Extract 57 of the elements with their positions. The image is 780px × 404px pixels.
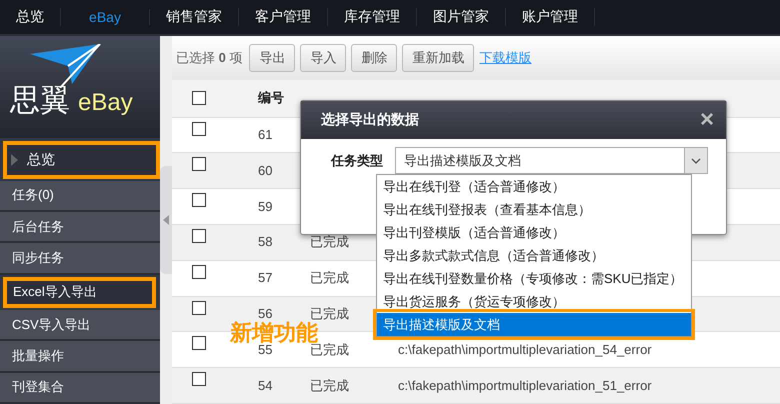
table-cell: 57 (258, 271, 272, 286)
row-checkbox[interactable] (192, 300, 206, 315)
nav-tab[interactable]: 账户管理 (506, 8, 595, 26)
sidebar-item[interactable]: Excel导入导出 (3, 276, 156, 308)
logo-brand: 思翼 (10, 86, 70, 116)
sidebar-item[interactable]: CSV导入导出 (0, 310, 160, 342)
row-checkbox[interactable] (192, 193, 206, 208)
table-cell: 55 (258, 342, 272, 357)
nav-tab[interactable]: 库存管理 (328, 8, 417, 26)
table-cell: 56 (258, 307, 272, 322)
toolbar-button[interactable]: 导出 (249, 44, 296, 72)
table-cell: 已完成 (310, 342, 349, 357)
collapse-handle[interactable] (160, 166, 172, 274)
select-all-checkbox[interactable] (192, 91, 206, 106)
table-cell: 59 (258, 200, 272, 214)
row-checkbox[interactable] (192, 122, 206, 136)
table-cell: 60 (258, 164, 272, 178)
nav-tab[interactable]: 客户管理 (239, 8, 328, 26)
row-checkbox[interactable] (192, 336, 206, 350)
sidebar-item[interactable]: 后台任务 (0, 212, 160, 244)
nav-tab[interactable]: 销售管家 (150, 8, 239, 26)
column-header: 编号 (258, 89, 285, 108)
table-cell: 54 (258, 378, 272, 393)
row-checkbox[interactable] (192, 228, 206, 243)
table-cell: 已完成 (310, 271, 349, 286)
sidebar-item[interactable]: 任务(0) (0, 180, 160, 212)
row-checkbox[interactable] (192, 157, 206, 172)
toolbar-button[interactable]: 删除 (351, 44, 398, 72)
logo-product: eBay (78, 90, 133, 116)
table-cell: c:\fakepath\importmultiplevariation_51_error (398, 378, 652, 393)
dialog-title: 选择导出的数据 (321, 111, 419, 129)
table-cell: 61 (258, 128, 272, 142)
field-label: 任务类型 (331, 152, 383, 170)
task-type-select[interactable]: 导出描述模版及文档 (395, 147, 708, 174)
chevron-down-icon (684, 148, 707, 173)
table-cell: c:\fakepath\importmultiplevariation_54_error (398, 342, 652, 357)
sidebar-header[interactable]: 总览 (3, 141, 160, 179)
nav-tab[interactable]: 总览 (0, 8, 61, 26)
caret-icon (11, 154, 18, 166)
nav-tab[interactable]: eBay (61, 9, 150, 25)
collapse-arrow-icon (163, 215, 169, 225)
sidebar-item[interactable]: 刊登集合 (0, 372, 160, 404)
table-cell: 已完成 (310, 378, 349, 393)
row-checkbox[interactable] (192, 372, 206, 386)
row-checkbox[interactable] (192, 264, 206, 279)
table-cell: 58 (258, 235, 272, 250)
table-cell: 已完成 (310, 235, 349, 250)
dropdown-option[interactable]: 导出描述模版及文档 (377, 313, 691, 336)
toolbar-button[interactable]: 导入 (300, 44, 346, 72)
annotation-label: 新增功能 (230, 322, 318, 344)
selection-count: 已选择 0 项 (176, 48, 242, 67)
toolbar-button[interactable]: 重新加载 (402, 44, 474, 72)
nav-tab[interactable]: 图片管家 (417, 8, 506, 26)
table-cell: 已完成 (310, 307, 349, 322)
close-button[interactable]: × (700, 106, 714, 134)
sidebar-item[interactable]: 批量操作 (0, 341, 160, 373)
sidebar-item[interactable]: 同步任务 (0, 243, 160, 274)
